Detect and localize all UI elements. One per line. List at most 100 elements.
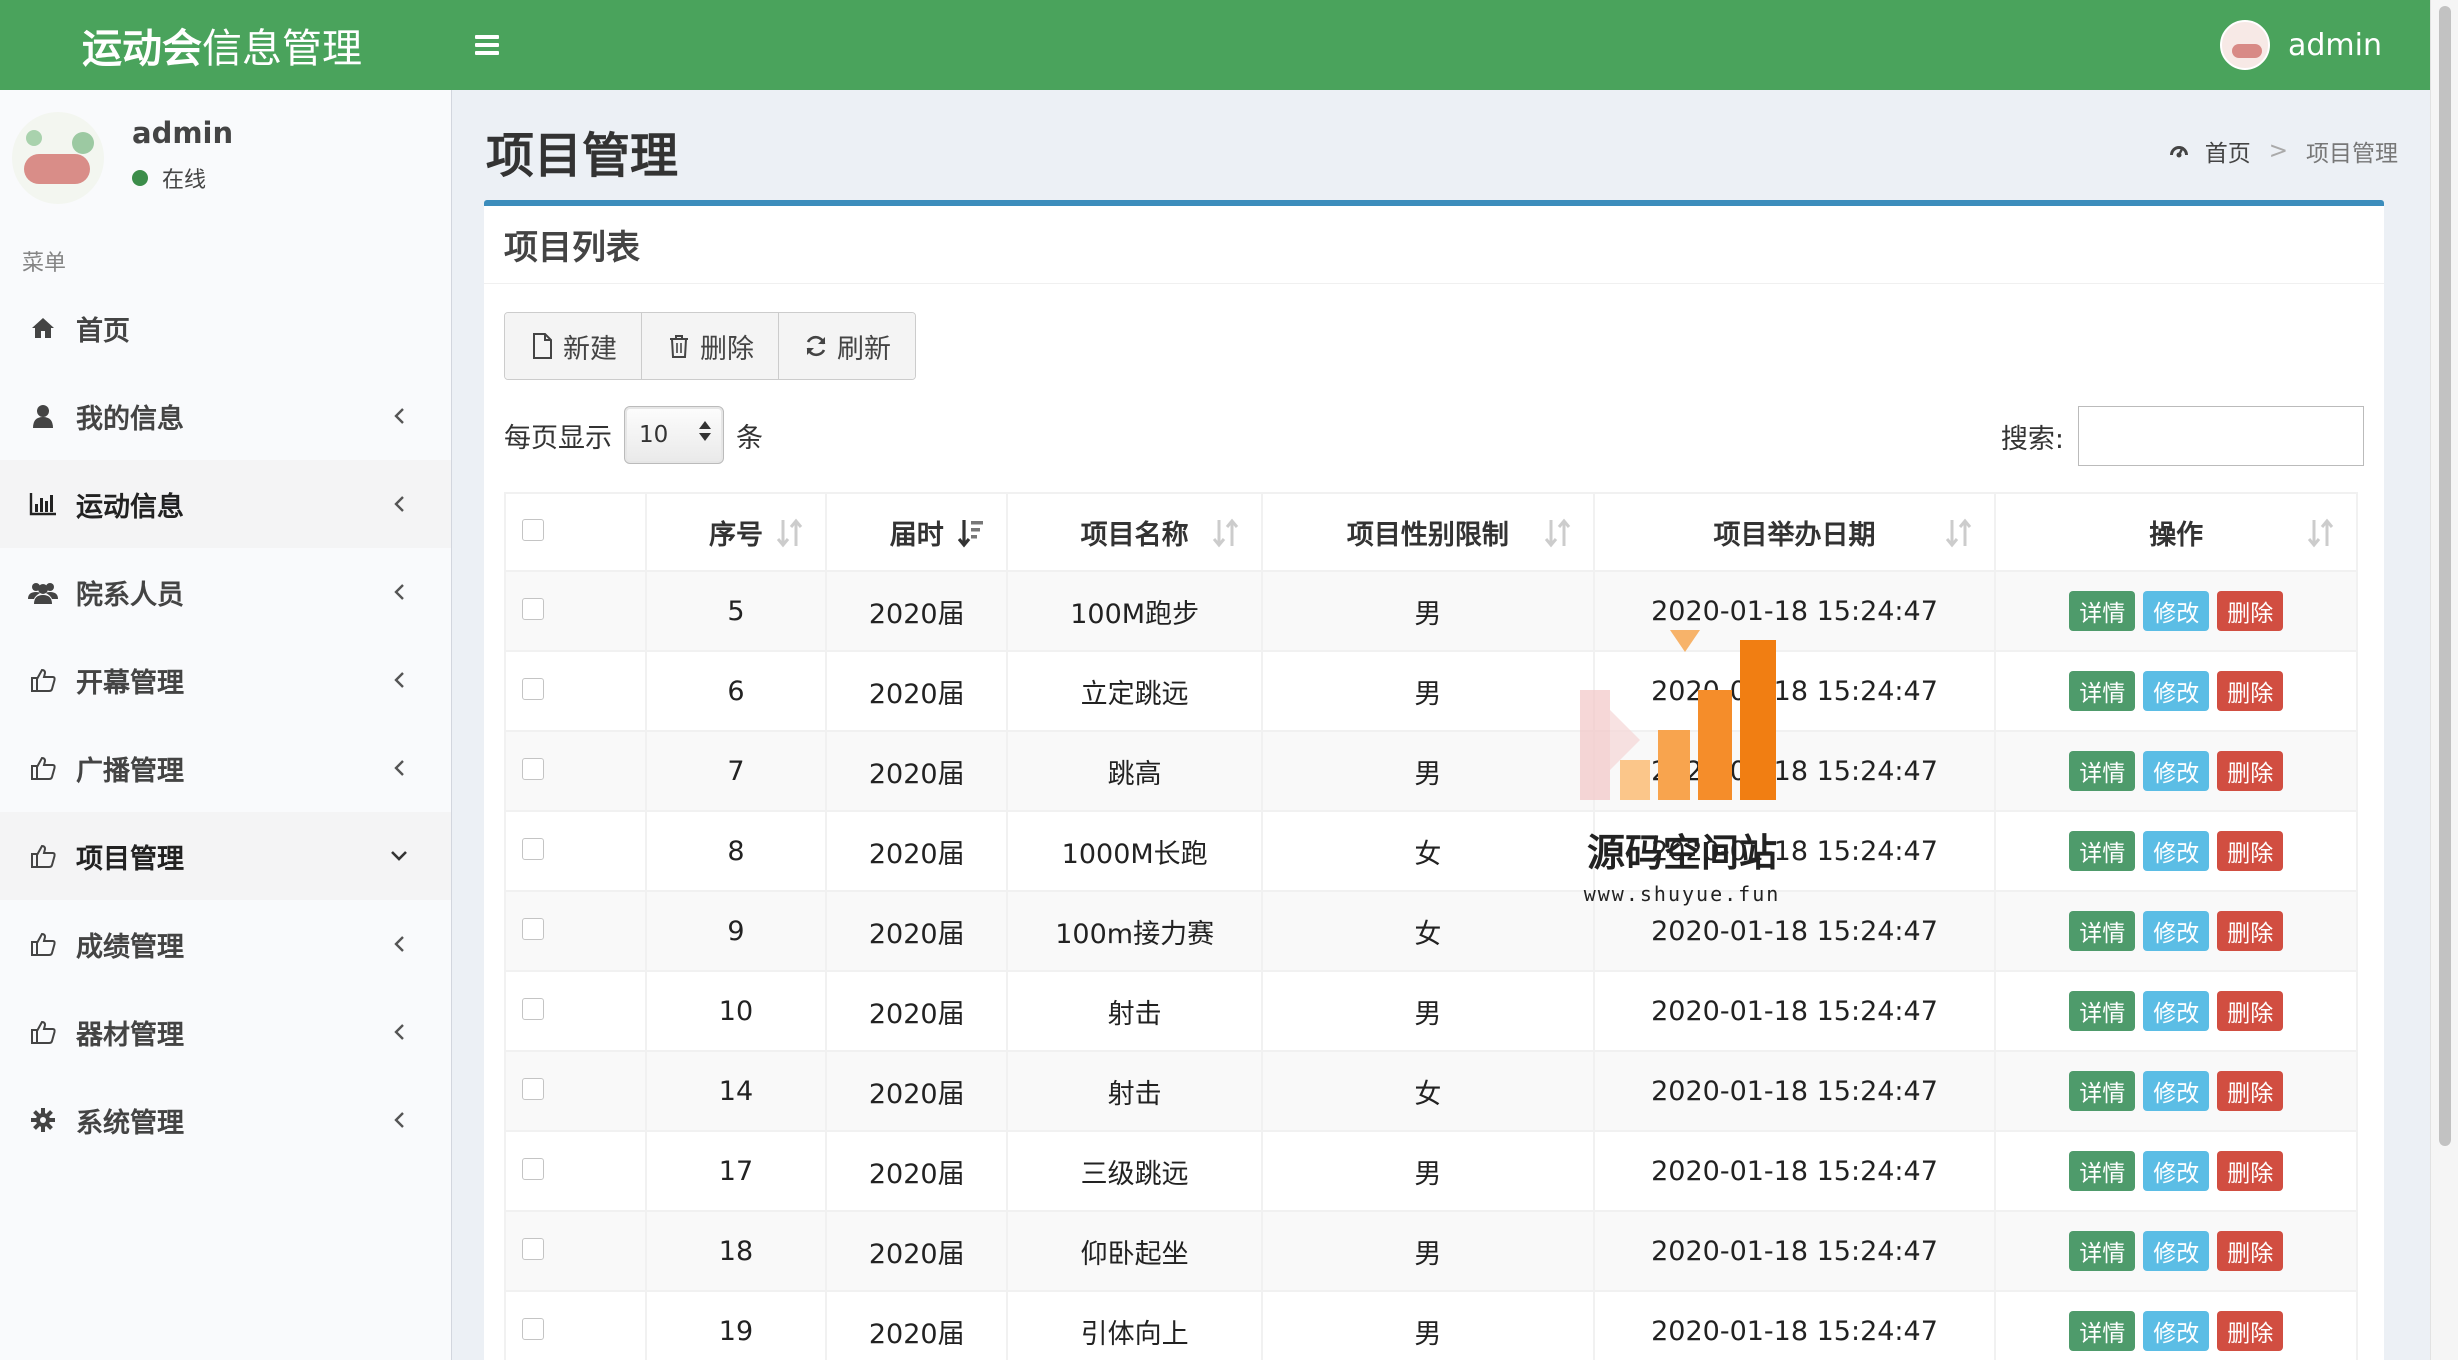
- edit-button[interactable]: 修改: [2143, 991, 2210, 1031]
- scrollbar-thumb[interactable]: [2439, 6, 2451, 1146]
- detail-button[interactable]: 详情: [2069, 591, 2136, 631]
- column-header-name[interactable]: 项目名称: [1006, 492, 1264, 572]
- row-delete-button[interactable]: 删除: [2217, 671, 2284, 711]
- sidebar-item-label: 成绩管理: [76, 931, 184, 963]
- page-length-select[interactable]: 10: [624, 406, 724, 464]
- row-checkbox[interactable]: [522, 917, 544, 940]
- bar-chart-icon: [28, 489, 58, 519]
- gear-icon: [28, 1105, 58, 1135]
- cell-actions: 详情 修改 删除: [1994, 730, 2358, 812]
- sidebar-item-0[interactable]: 首页: [0, 284, 451, 372]
- app-logo[interactable]: 运动会 信息管理: [0, 0, 452, 90]
- detail-button[interactable]: 详情: [2069, 1231, 2136, 1271]
- header-user-menu[interactable]: admin: [2220, 20, 2382, 70]
- detail-button[interactable]: 详情: [2069, 1311, 2136, 1351]
- table-row[interactable]: 6 2020届 立定跳远男 2020-01-18 15:24:47 详情 修改 删除: [504, 650, 2358, 732]
- row-delete-button[interactable]: 删除: [2217, 991, 2284, 1031]
- row-checkbox[interactable]: [522, 1237, 544, 1260]
- row-checkbox[interactable]: [522, 837, 544, 860]
- select-all-checkbox[interactable]: [522, 518, 544, 541]
- cell-actions: 详情 修改 删除: [1994, 890, 2358, 972]
- sidebar-item-5[interactable]: 广播管理: [0, 724, 451, 812]
- row-checkbox[interactable]: [522, 997, 544, 1020]
- table-row[interactable]: 9 2020届 100m接力赛女 2020-01-18 15:24:47 详情 修改 删除: [504, 890, 2358, 972]
- table-row[interactable]: 18 2020届 仰卧起坐男 2020-01-18 15:24:47 详情 修改 删除: [504, 1210, 2358, 1292]
- sidebar-item-3[interactable]: 院系人员: [0, 548, 451, 636]
- delete-button[interactable]: 删除: [642, 313, 779, 379]
- row-delete-button[interactable]: 删除: [2217, 1151, 2284, 1191]
- row-checkbox[interactable]: [522, 1317, 544, 1340]
- column-header-actions[interactable]: 操作: [1994, 492, 2358, 572]
- sidebar-item-9[interactable]: 系统管理: [0, 1076, 451, 1164]
- row-checkbox[interactable]: [522, 1077, 544, 1100]
- edit-button[interactable]: 修改: [2143, 1311, 2210, 1351]
- edit-button[interactable]: 修改: [2143, 751, 2210, 791]
- breadcrumb-home-link[interactable]: 首页: [2205, 134, 2251, 168]
- chevron-left-icon: [387, 490, 411, 518]
- column-header-id[interactable]: 序号: [644, 492, 828, 572]
- row-checkbox[interactable]: [522, 597, 544, 620]
- row-checkbox-cell: [504, 810, 647, 892]
- row-delete-button[interactable]: 删除: [2217, 1311, 2284, 1351]
- detail-button[interactable]: 详情: [2069, 911, 2136, 951]
- detail-button[interactable]: 详情: [2069, 1151, 2136, 1191]
- table-row[interactable]: 14 2020届 射击女 2020-01-18 15:24:47 详情 修改 删除: [504, 1050, 2358, 1132]
- sidebar-item-6[interactable]: 项目管理: [0, 812, 451, 900]
- row-delete-button[interactable]: 删除: [2217, 1231, 2284, 1271]
- cell-gender: 男: [1261, 970, 1595, 1052]
- cell-gender: 男: [1261, 1130, 1595, 1212]
- row-delete-button[interactable]: 删除: [2217, 831, 2284, 871]
- cell-actions: 详情 修改 删除: [1994, 1210, 2358, 1292]
- trash-icon: [666, 332, 692, 360]
- edit-button[interactable]: 修改: [2143, 831, 2210, 871]
- column-header-gender[interactable]: 项目性别限制: [1261, 492, 1595, 572]
- new-button[interactable]: 新建: [505, 313, 642, 379]
- edit-button[interactable]: 修改: [2143, 1071, 2210, 1111]
- chevron-left-icon: [387, 1106, 411, 1134]
- online-status: 在线: [132, 162, 206, 194]
- cell-actions: 详情 修改 删除: [1994, 1290, 2358, 1360]
- table-row[interactable]: 5 2020届 100M跑步男 2020-01-18 15:24:47 详情 修改 删除: [504, 570, 2358, 652]
- project-table: 序号 届时 项目名称 项目性别限制 项目举办日期 操作 5 2020届 100M跑步…: [504, 492, 2358, 1360]
- table-row[interactable]: 7 2020届 跳高男 2020-01-18 15:24:47 详情 修改 删除: [504, 730, 2358, 812]
- header-username: admin: [2288, 27, 2382, 63]
- row-checkbox[interactable]: [522, 677, 544, 700]
- table-row[interactable]: 19 2020届 引体向上男 2020-01-18 15:24:47 详情 修改 删除: [504, 1290, 2358, 1360]
- cell-session: 2020届: [825, 1210, 1009, 1292]
- edit-button[interactable]: 修改: [2143, 1231, 2210, 1271]
- row-delete-button[interactable]: 删除: [2217, 591, 2284, 631]
- edit-button[interactable]: 修改: [2143, 1151, 2210, 1191]
- refresh-button[interactable]: 刷新: [779, 313, 915, 379]
- row-checkbox[interactable]: [522, 757, 544, 780]
- sidebar-item-7[interactable]: 成绩管理: [0, 900, 451, 988]
- row-delete-button[interactable]: 删除: [2217, 751, 2284, 791]
- row-checkbox[interactable]: [522, 1157, 544, 1180]
- table-row[interactable]: 8 2020届 1000M长跑女 2020-01-18 15:24:47 详情 修改 删除: [504, 810, 2358, 892]
- user-icon: [28, 401, 58, 431]
- sidebar-item-4[interactable]: 开幕管理: [0, 636, 451, 724]
- edit-button[interactable]: 修改: [2143, 591, 2210, 631]
- edit-button[interactable]: 修改: [2143, 911, 2210, 951]
- search-input[interactable]: [2078, 406, 2364, 466]
- cell-id: 14: [644, 1050, 828, 1132]
- table-row[interactable]: 10 2020届 射击男 2020-01-18 15:24:47 详情 修改 删除: [504, 970, 2358, 1052]
- detail-button[interactable]: 详情: [2069, 671, 2136, 711]
- row-delete-button[interactable]: 删除: [2217, 1071, 2284, 1111]
- sidebar-item-8[interactable]: 器材管理: [0, 988, 451, 1076]
- page-scrollbar[interactable]: [2430, 0, 2458, 1360]
- sidebar-item-2[interactable]: 运动信息: [0, 460, 451, 548]
- table-row[interactable]: 17 2020届 三级跳远男 2020-01-18 15:24:47 详情 修改 删除: [504, 1130, 2358, 1212]
- sidebar-item-1[interactable]: 我的信息: [0, 372, 451, 460]
- detail-button[interactable]: 详情: [2069, 751, 2136, 791]
- cell-actions: 详情 修改 删除: [1994, 570, 2358, 652]
- row-delete-button[interactable]: 删除: [2217, 911, 2284, 951]
- detail-button[interactable]: 详情: [2069, 991, 2136, 1031]
- column-header-session[interactable]: 届时: [825, 492, 1009, 572]
- column-header-date[interactable]: 项目举办日期: [1592, 492, 1997, 572]
- detail-button[interactable]: 详情: [2069, 1071, 2136, 1111]
- length-prefix: 每页显示: [504, 422, 612, 454]
- edit-button[interactable]: 修改: [2143, 671, 2210, 711]
- sidebar-toggle-button[interactable]: [452, 0, 522, 90]
- chevron-down-icon: [387, 842, 411, 870]
- detail-button[interactable]: 详情: [2069, 831, 2136, 871]
